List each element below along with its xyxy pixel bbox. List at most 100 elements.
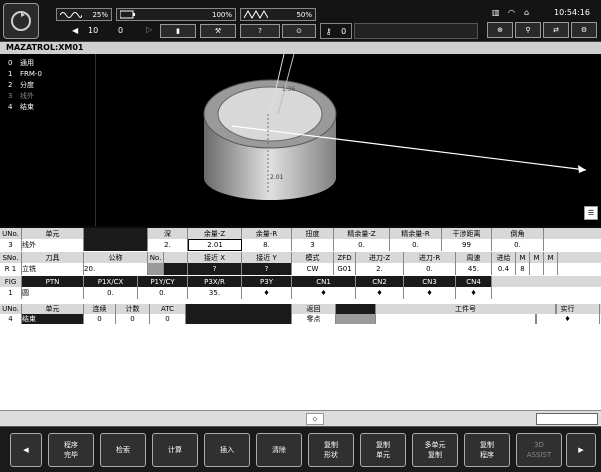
count-field[interactable]: 0 xyxy=(116,314,150,324)
prev-page-button[interactable]: ◀ xyxy=(10,433,42,467)
continue-field[interactable]: 0 xyxy=(84,314,116,324)
finish-z-field[interactable]: 0. xyxy=(334,239,390,251)
chamfer-field[interactable]: 0. xyxy=(492,239,544,251)
tool-number[interactable] xyxy=(148,263,164,275)
cn2-field[interactable]: ♦ xyxy=(356,287,404,299)
tool-icon: ⚒ xyxy=(214,27,222,35)
col-header: 精余量-R xyxy=(390,228,442,239)
fkey-10[interactable]: 3D ASSIST xyxy=(516,433,562,467)
col-header: 精余量-Z xyxy=(334,228,390,239)
step-value-2: 0 xyxy=(118,26,124,35)
return-field[interactable]: 零点 xyxy=(292,314,336,324)
position-button[interactable]: ⊕ xyxy=(487,22,513,38)
atc-field[interactable]: 0 xyxy=(150,314,186,324)
nominal-size[interactable]: 20. xyxy=(84,263,148,275)
m-code-1[interactable]: 8 xyxy=(516,263,530,275)
dial-button[interactable]: ⊙ xyxy=(282,24,316,38)
execute-field[interactable]: ♦ xyxy=(536,314,600,324)
workpiece-number-field[interactable] xyxy=(376,314,536,324)
fkey-7[interactable]: 复制 单元 xyxy=(360,433,406,467)
fkey-8[interactable]: 多单元 复制 xyxy=(412,433,458,467)
pin-icon: ⊕ xyxy=(497,26,503,34)
fkey-6[interactable]: 复制 形状 xyxy=(308,433,354,467)
roughness-field[interactable]: 3 xyxy=(292,239,334,251)
unit-list: 0 通用 1 FRM-0 2 分度 3 线外 4 结束 xyxy=(0,54,96,226)
wifi-icon: ◠ xyxy=(508,8,515,17)
cutting-speed-field[interactable]: 45. xyxy=(456,263,492,275)
fkey-5[interactable]: 清除 xyxy=(256,433,302,467)
unit-header-row: UNo. 单元 深 余量-Z 余量-R 扭度 精余量-Z 精余量-R 干涉距离 … xyxy=(0,228,601,239)
approach-x-field[interactable]: ? xyxy=(188,263,242,275)
signal-icon: ▥ xyxy=(492,8,500,17)
m-code-2[interactable] xyxy=(530,263,544,275)
mode-field[interactable]: CW xyxy=(292,263,334,275)
help-button[interactable]: ? xyxy=(240,24,280,38)
col-header: P3Y xyxy=(242,276,292,287)
fkey-3[interactable]: 计算 xyxy=(152,433,198,467)
feed-r-field[interactable]: 0. xyxy=(404,263,456,275)
tool-button[interactable]: ⚒ xyxy=(200,24,236,38)
fkey-1[interactable]: 程序 完毕 xyxy=(48,433,94,467)
feed-field[interactable]: 0.4 xyxy=(492,263,516,275)
zfd-field[interactable]: G01 xyxy=(334,263,356,275)
col-header: ZFD xyxy=(334,252,356,263)
end-unit-name[interactable]: 结束 xyxy=(22,314,84,324)
finish-r-field[interactable]: 0. xyxy=(390,239,442,251)
fkey-2[interactable]: 检索 xyxy=(100,433,146,467)
step-value: 10 xyxy=(88,26,99,35)
unit-list-item[interactable]: 2 分度 xyxy=(8,80,95,91)
end-blank xyxy=(186,314,292,324)
data-input-field[interactable] xyxy=(536,413,598,425)
col-header: CN3 xyxy=(404,276,456,287)
unit-list-item[interactable]: 1 FRM-0 xyxy=(8,69,95,80)
col-header: 公称 xyxy=(84,252,148,263)
interference-field[interactable]: 99 xyxy=(442,239,492,251)
unit-list-item[interactable]: 4 结束 xyxy=(8,102,95,113)
tool-suffix xyxy=(164,263,188,275)
cn4-field[interactable]: ♦ xyxy=(456,287,492,299)
depth-field[interactable]: 2. xyxy=(148,239,188,251)
col-header: 倒角 xyxy=(492,228,544,239)
scroll-button[interactable]: ⬦ xyxy=(306,413,324,425)
p3y-field[interactable]: ♦ xyxy=(242,287,292,299)
swap-button[interactable]: ⇄ xyxy=(543,22,569,38)
fkey-9[interactable]: 复制 程序 xyxy=(464,433,510,467)
spindle-override-meter: 25% xyxy=(56,8,112,21)
step-forward-icon[interactable]: ▷ xyxy=(146,25,152,34)
approach-y-field[interactable]: ? xyxy=(242,263,292,275)
p3x-field[interactable]: 35. xyxy=(188,287,242,299)
cn1-field[interactable]: ♦ xyxy=(292,287,356,299)
col-header: SNo. xyxy=(0,252,22,263)
tool-type[interactable]: 立铣 xyxy=(22,263,84,275)
unit-list-item[interactable]: 3 线外 xyxy=(8,91,95,102)
next-page-button[interactable]: ▶ xyxy=(566,433,596,467)
sequence-number: R 1 xyxy=(0,263,22,275)
col-header: 余量-R xyxy=(242,228,292,239)
panel-toggle-button[interactable]: ☰ xyxy=(584,206,598,220)
step-back-icon[interactable]: ◀ xyxy=(72,26,78,35)
feed-z-field[interactable]: 2. xyxy=(356,263,404,275)
home-button[interactable] xyxy=(3,3,39,39)
unit-list-item[interactable]: 0 通用 xyxy=(8,58,95,69)
wrench-button[interactable]: ⚲ xyxy=(515,22,541,38)
end-unit-number: 4 xyxy=(0,314,22,324)
col-header: 周速 xyxy=(456,252,492,263)
m-code-3[interactable] xyxy=(544,263,558,275)
col-header: 单元 xyxy=(22,304,84,314)
pattern-field[interactable]: 圆 xyxy=(22,287,84,299)
p1y-field[interactable]: 0. xyxy=(138,287,188,299)
question-icon: ? xyxy=(258,27,262,35)
col-header: UNo. xyxy=(0,228,22,239)
cn3-field[interactable]: ♦ xyxy=(404,287,456,299)
unit-name[interactable]: 线外 xyxy=(22,239,84,251)
spindle-override-value: 25% xyxy=(92,10,108,19)
settings-button[interactable]: ⚙ xyxy=(571,22,597,38)
col-header: 干涉距离 xyxy=(442,228,492,239)
col-header: 实行 xyxy=(536,304,600,314)
refresh-icon xyxy=(11,11,31,31)
stock-z-field[interactable]: 2.01 xyxy=(188,239,242,251)
stock-r-field[interactable]: 8. xyxy=(242,239,292,251)
fkey-4[interactable]: 插入 xyxy=(204,433,250,467)
p1x-field[interactable]: 0. xyxy=(84,287,138,299)
memory-button[interactable]: ▮ xyxy=(160,24,196,38)
